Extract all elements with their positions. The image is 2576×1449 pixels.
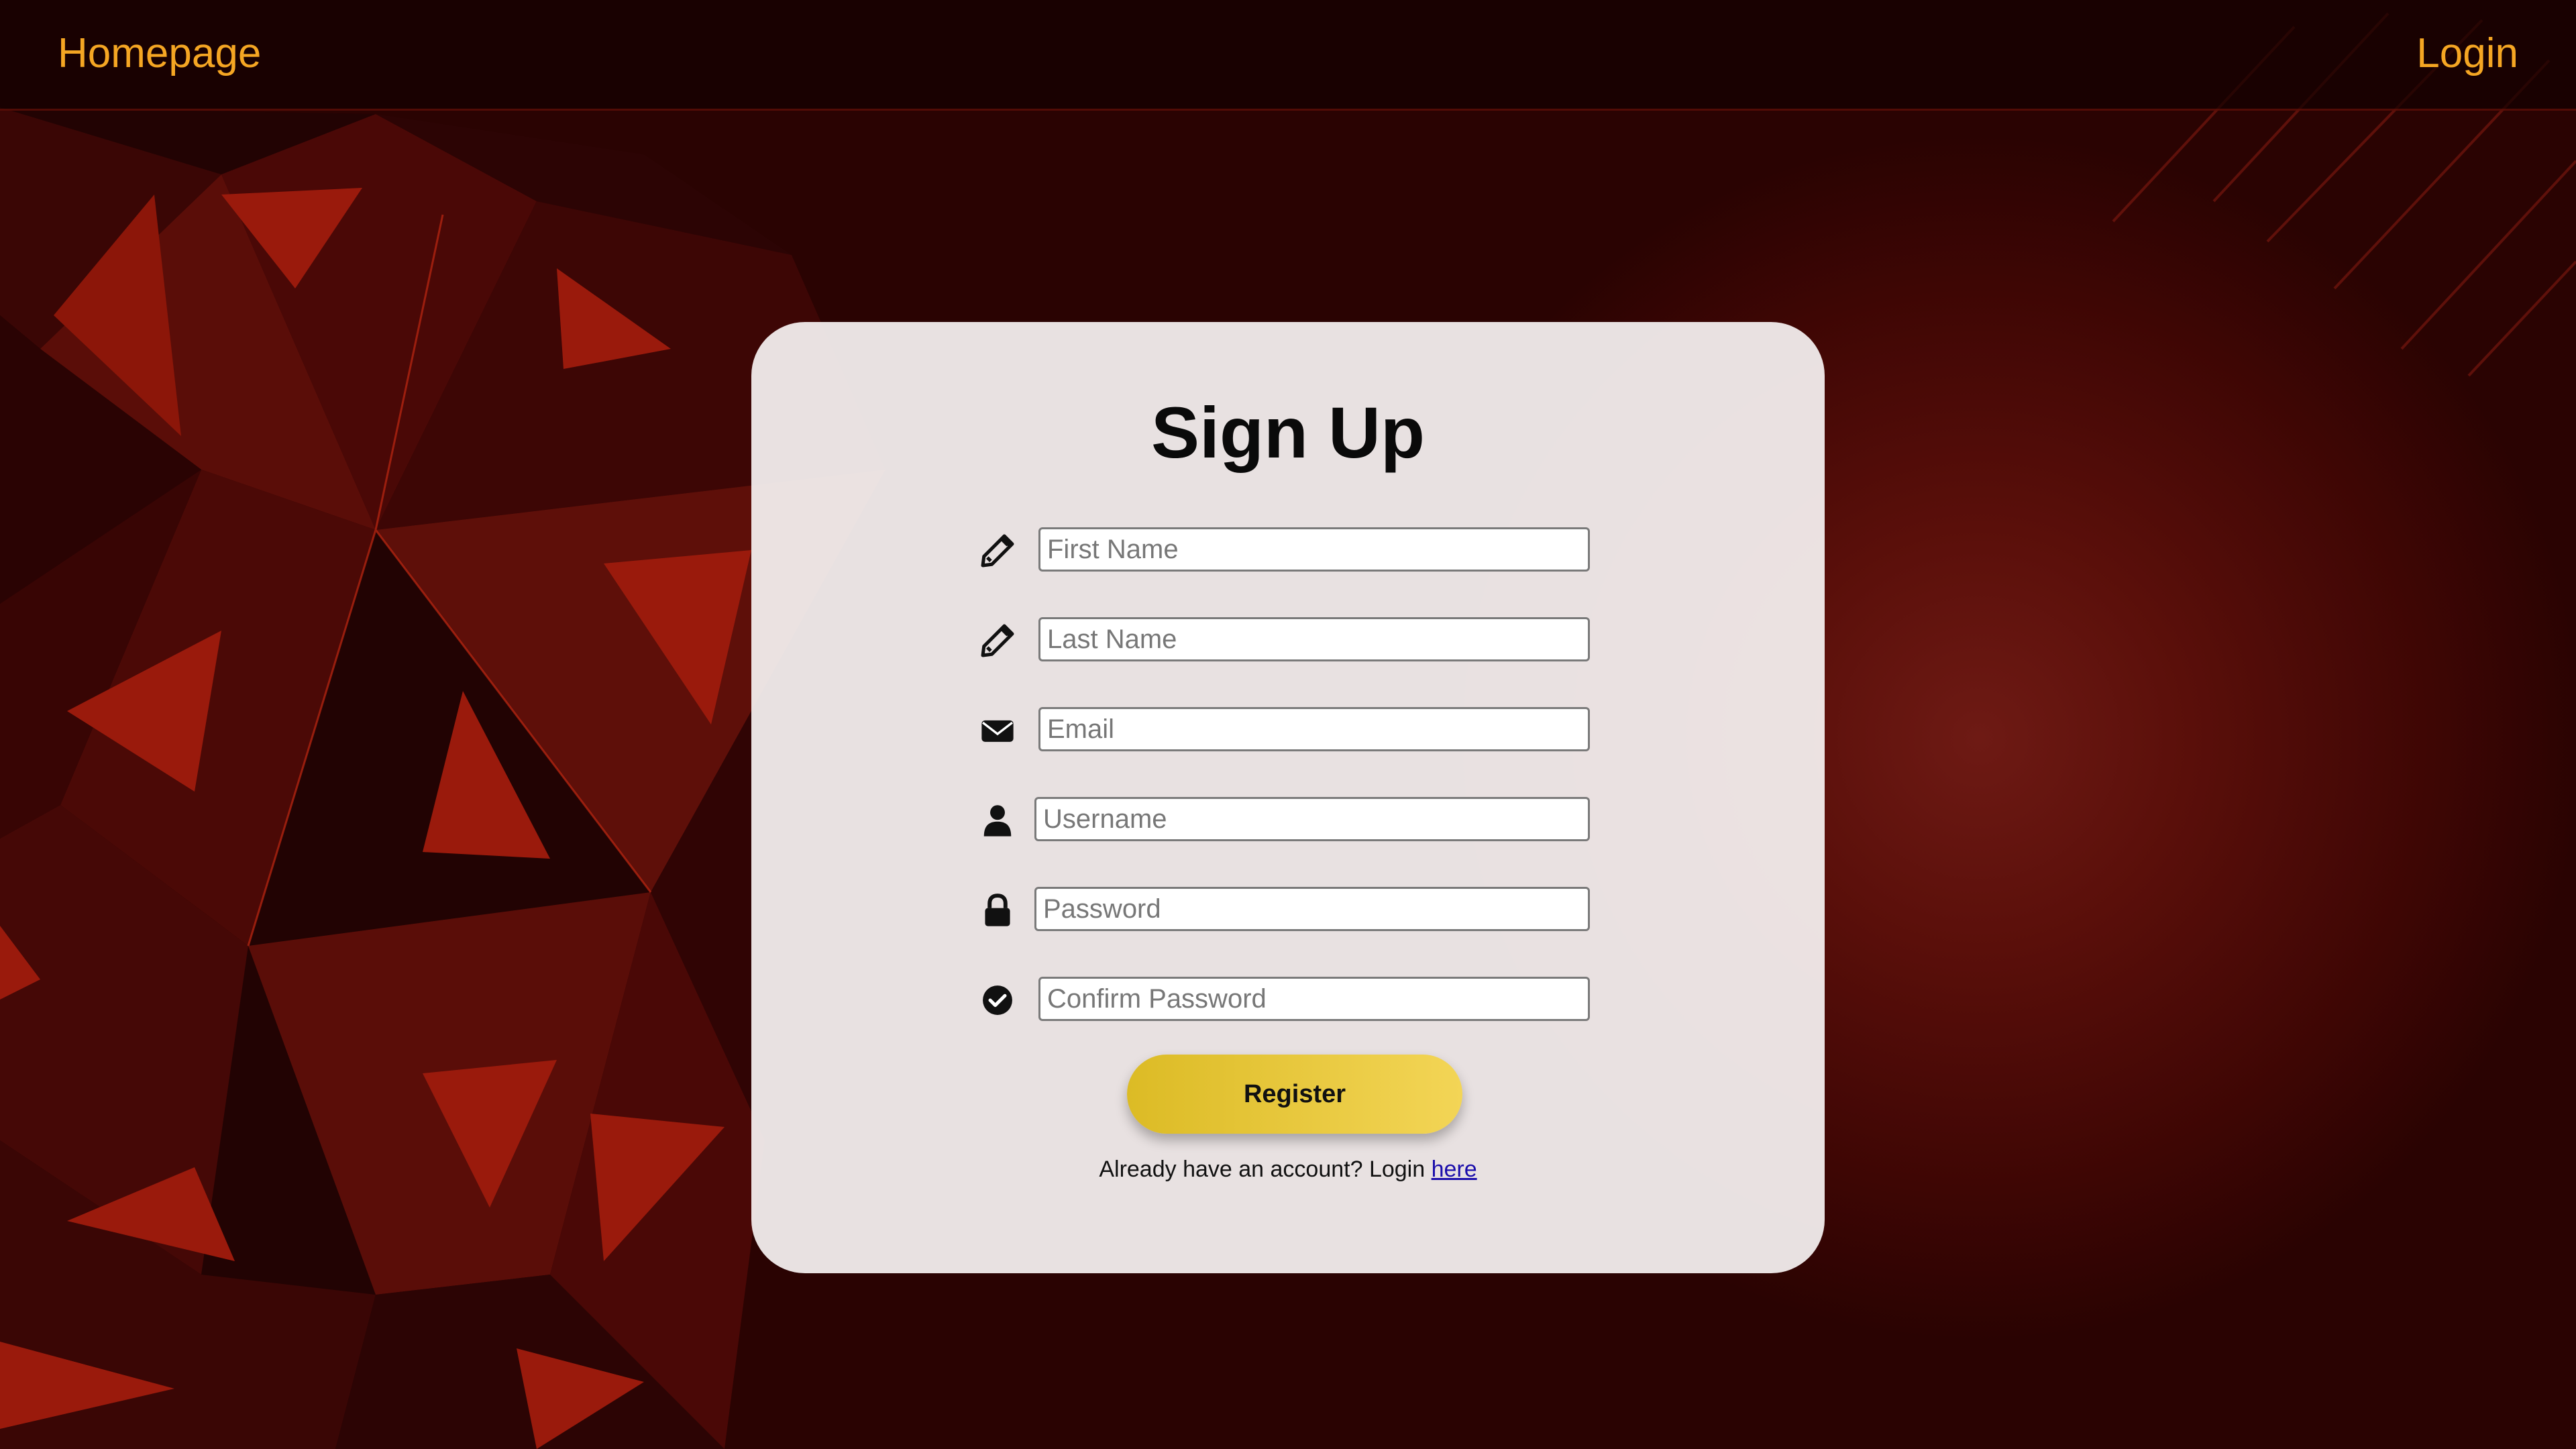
username-row	[979, 797, 1650, 844]
check-circle-icon	[979, 982, 1016, 1018]
envelope-icon	[979, 712, 1016, 749]
confirm-password-input[interactable]	[1038, 977, 1590, 1021]
login-prompt: Already have an account? Login here	[0, 1154, 2576, 1185]
login-prompt-text: Already have an account? Login	[1099, 1157, 1432, 1182]
first-name-input[interactable]	[1038, 527, 1590, 572]
user-icon	[979, 802, 1016, 839]
register-button[interactable]: Register	[1127, 1055, 1462, 1134]
pencil-icon	[979, 623, 1016, 659]
first-name-row	[979, 527, 1650, 574]
confirm-password-row	[979, 977, 1650, 1024]
page-title: Sign Up	[1151, 392, 1425, 473]
username-input[interactable]	[1034, 797, 1590, 841]
homepage-link[interactable]: Homepage	[58, 27, 261, 80]
login-here-link[interactable]: here	[1432, 1157, 1477, 1182]
email-row	[979, 707, 1650, 754]
last-name-row	[979, 617, 1650, 664]
password-input[interactable]	[1034, 887, 1590, 931]
last-name-input[interactable]	[1038, 617, 1590, 661]
top-navbar: Homepage Login	[0, 0, 2576, 111]
password-row	[979, 887, 1650, 934]
lock-icon	[979, 892, 1016, 928]
pencil-icon	[979, 533, 1016, 569]
login-nav-link[interactable]: Login	[2416, 27, 2518, 80]
email-input[interactable]	[1038, 707, 1590, 751]
